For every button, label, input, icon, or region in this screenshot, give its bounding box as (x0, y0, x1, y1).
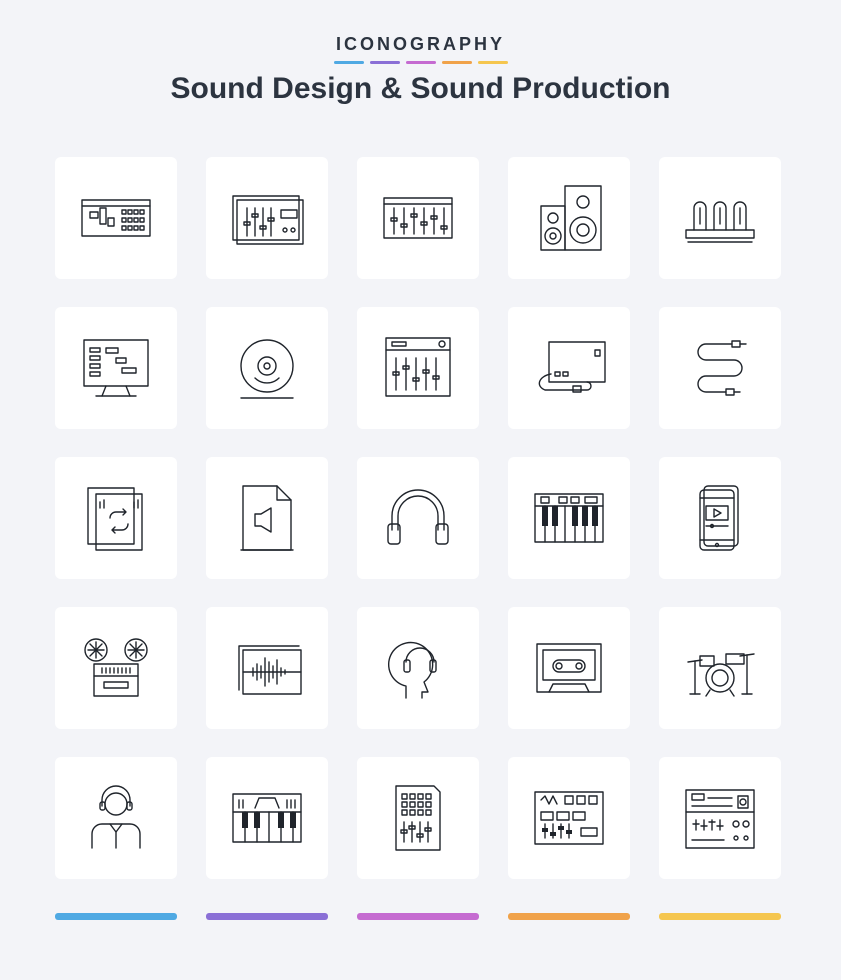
launchpad-icon (395, 785, 441, 851)
icon-tile[interactable] (357, 757, 479, 879)
icon-tile[interactable] (206, 457, 328, 579)
daw-window-icon (81, 199, 151, 237)
icon-tile[interactable] (357, 307, 479, 429)
brand-label: ICONOGRAPHY (335, 34, 505, 54)
cassette-icon (536, 643, 602, 693)
speakers-icon (540, 185, 602, 251)
icon-tile[interactable] (357, 607, 479, 729)
mixing-console-icon (385, 337, 451, 397)
vacuum-tubes-icon (685, 201, 755, 243)
icon-tile[interactable] (206, 607, 328, 729)
drum-kit-icon (687, 653, 755, 697)
icon-tile[interactable] (206, 757, 328, 879)
icon-tile[interactable] (55, 457, 177, 579)
icon-tile[interactable] (659, 307, 781, 429)
icon-tile[interactable] (55, 307, 177, 429)
headphones-head-icon (387, 641, 437, 699)
icon-tile[interactable] (357, 457, 479, 579)
icon-tile[interactable] (55, 607, 177, 729)
icon-tile[interactable] (508, 457, 630, 579)
brand-color-bars (0, 61, 841, 64)
drum-machine-icon (534, 791, 604, 845)
icon-tile[interactable] (508, 757, 630, 879)
midi-keyboard-icon (534, 493, 604, 543)
icon-tile[interactable] (206, 307, 328, 429)
page-title: Sound Design & Sound Production (170, 72, 671, 105)
computer-sequencer-icon (83, 339, 149, 397)
mixer-faders-icon (383, 197, 453, 239)
waveform-window-icon (238, 645, 302, 695)
icon-tile[interactable] (55, 757, 177, 879)
audio-cable-icon (697, 340, 747, 396)
icon-tile[interactable] (206, 157, 328, 279)
audio-interface-cable-icon (538, 341, 606, 393)
mobile-player-icon (699, 485, 739, 551)
icon-tile[interactable] (55, 157, 177, 279)
icon-tile[interactable] (659, 757, 781, 879)
icon-tile[interactable] (357, 157, 479, 279)
icon-grid (55, 157, 781, 879)
audio-file-icon (240, 485, 294, 551)
icon-tile[interactable] (508, 607, 630, 729)
synthesizer-icon (232, 793, 302, 843)
icon-tile[interactable] (659, 457, 781, 579)
icon-tile[interactable] (659, 607, 781, 729)
sound-engineer-icon (91, 785, 141, 849)
icon-tile[interactable] (659, 157, 781, 279)
equalizer-window-icon (232, 195, 304, 245)
tape-reels-icon (84, 638, 148, 697)
icon-tile[interactable] (508, 307, 630, 429)
vinyl-disc-icon (240, 339, 294, 399)
headphones-icon (387, 489, 449, 545)
loop-file-icon (87, 487, 143, 551)
icon-tile[interactable] (508, 157, 630, 279)
rack-unit-icon (685, 789, 755, 849)
